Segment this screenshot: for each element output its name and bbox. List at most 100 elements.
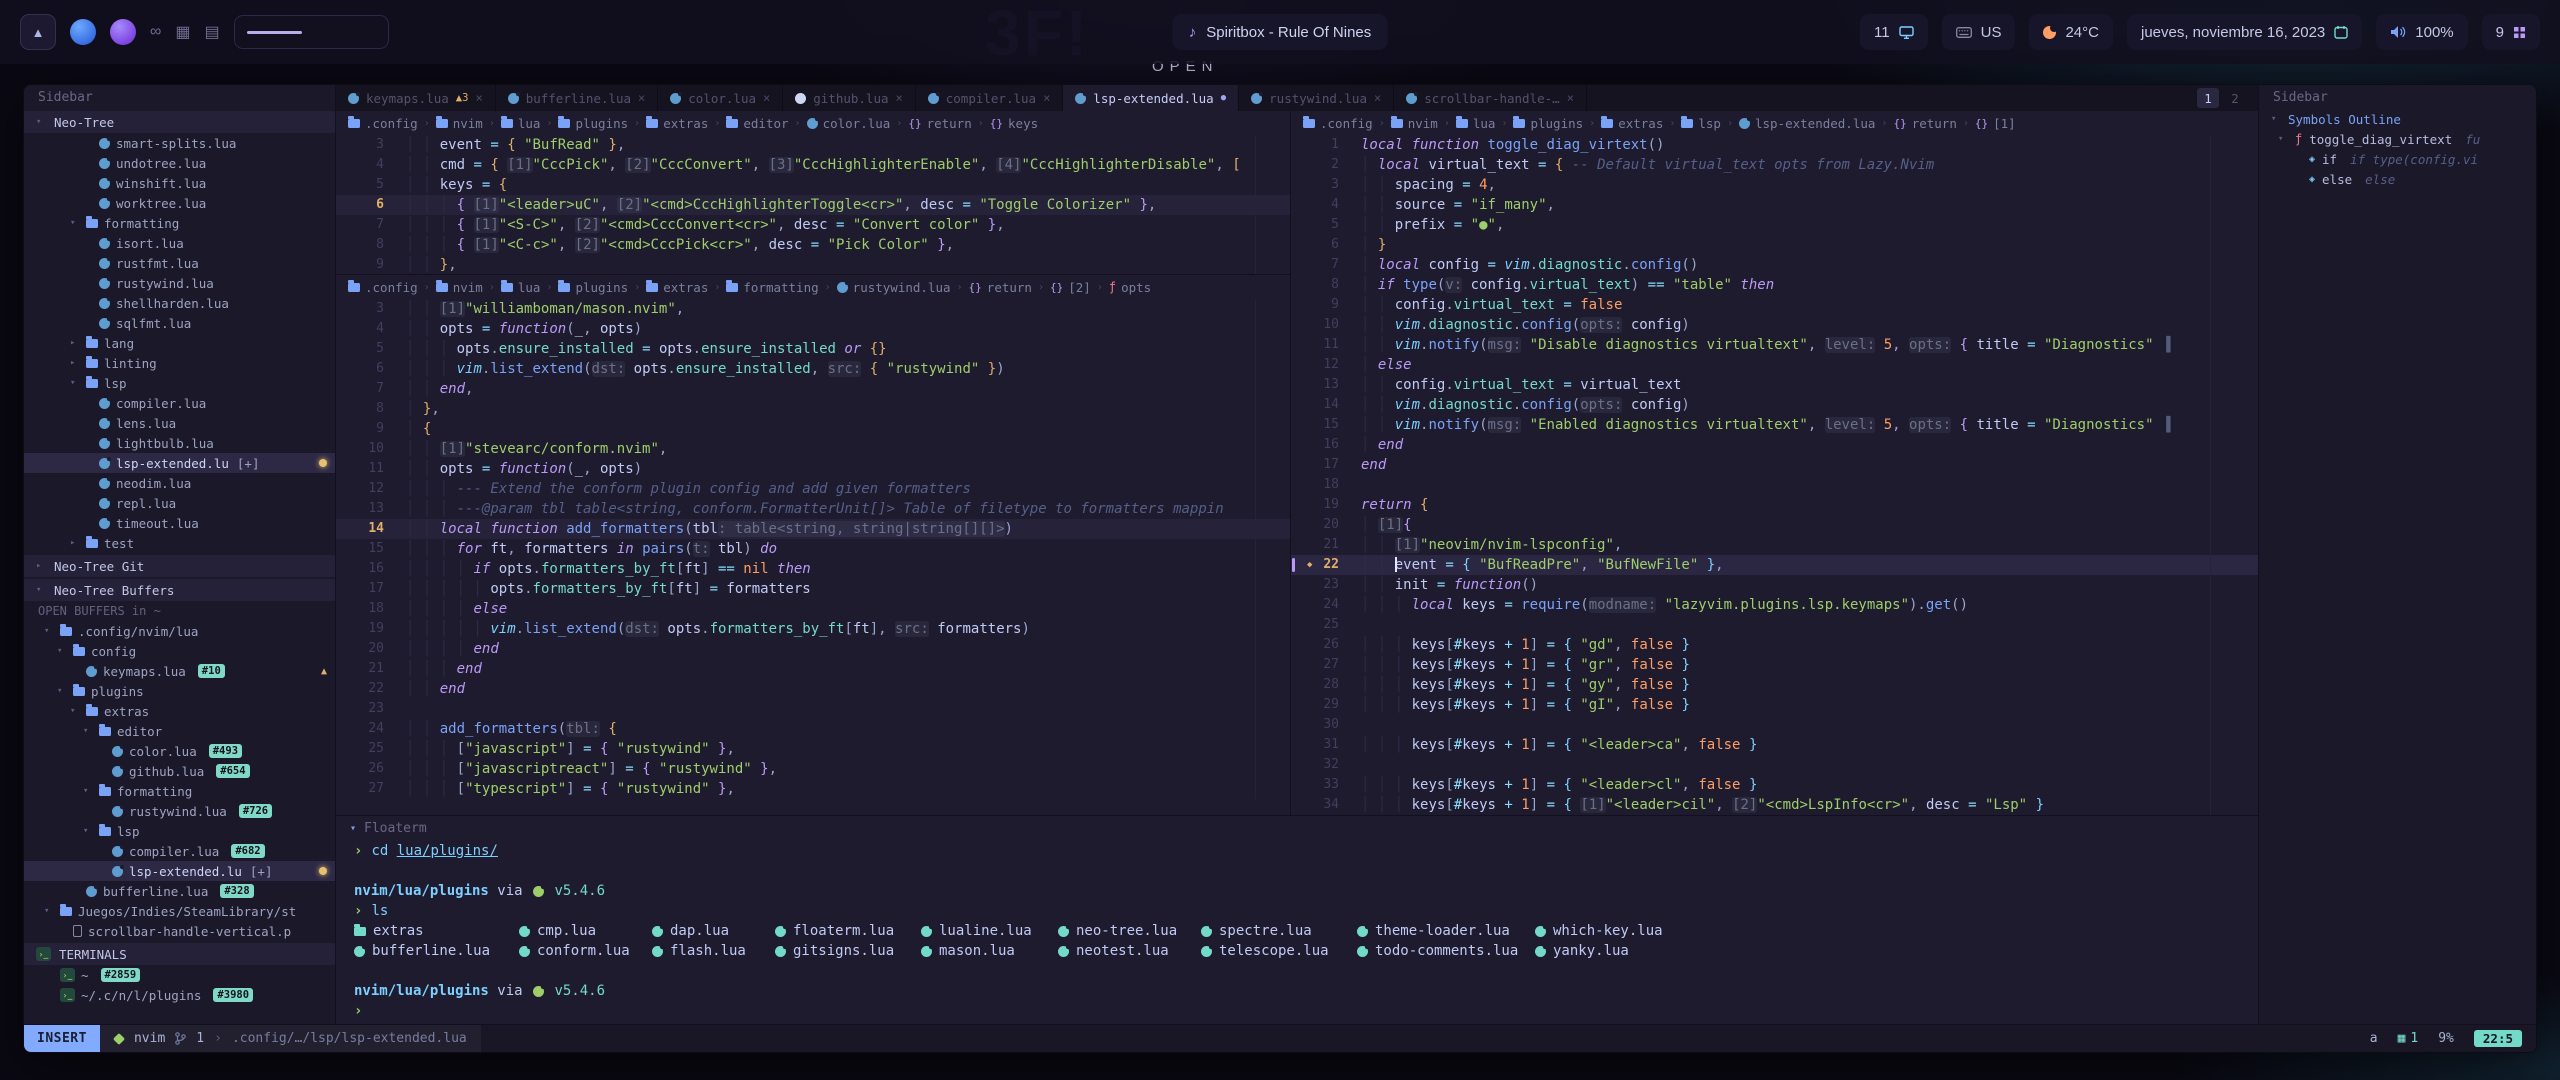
code-line[interactable]: 13│ │ │ ---@param tbl table<string, conf… <box>336 499 1290 519</box>
date-widget[interactable]: jueves, noviembre 16, 2023 <box>2127 14 2362 50</box>
ls-entry[interactable]: gitsigns.lua <box>775 941 921 961</box>
code-line[interactable]: 18│ │ │ │ else <box>336 599 1290 619</box>
ls-entry[interactable]: conform.lua <box>519 941 652 961</box>
tab-rustywind.lua[interactable]: rustywind.lua× <box>1239 85 1394 111</box>
tree-row[interactable]: isort.lua <box>24 233 335 253</box>
tabpage-2[interactable]: 2 <box>2224 88 2246 108</box>
tree-row[interactable]: ▾formatting <box>24 213 335 233</box>
ls-entry[interactable]: extras <box>354 921 519 941</box>
code-line[interactable]: 3│ │ event = { "BufRead" }, <box>336 135 1290 155</box>
ls-entry[interactable]: neotest.lua <box>1058 941 1201 961</box>
code-line[interactable]: 32 <box>1291 755 2258 775</box>
breadcrumb-item[interactable]: lua <box>501 280 541 295</box>
tree-row[interactable]: ▸test <box>24 533 335 553</box>
code-line[interactable]: 16│ end <box>1291 435 2258 455</box>
code-line[interactable]: 16│ │ │ │ if opts.formatters_by_ft[ft] =… <box>336 559 1290 579</box>
tree-row[interactable]: repl.lua <box>24 493 335 513</box>
section-header-neo-tree[interactable]: ▾Neo-Tree <box>24 111 335 133</box>
chat-icon[interactable] <box>110 19 136 45</box>
code-line[interactable]: 1local function toggle_diag_virtext() <box>1291 135 2258 155</box>
tab-github.lua[interactable]: github.lua× <box>783 85 916 111</box>
apps-icon[interactable]: ▦ <box>175 22 190 42</box>
outline-item-else[interactable]: ◈elseelse <box>2259 169 2536 189</box>
breadcrumb-item[interactable]: plugins <box>558 280 628 295</box>
tab-close-icon[interactable]: × <box>1043 91 1050 105</box>
code-line[interactable]: 22│ │ end <box>336 679 1290 699</box>
tree-row[interactable]: lens.lua <box>24 413 335 433</box>
code-line[interactable]: 7│ │ │ { [1]"<S-C>", [2]"<cmd>CccConvert… <box>336 215 1290 235</box>
breadcrumb-item[interactable]: .config <box>1303 116 1373 131</box>
tree-row[interactable]: keymaps.lua#10▲ <box>24 661 335 681</box>
code-line[interactable]: 17end <box>1291 455 2258 475</box>
code-line[interactable]: 9│ │ config.virtual_text = false <box>1291 295 2258 315</box>
breadcrumb-item[interactable]: lua <box>1456 116 1496 131</box>
tab-bufferline.lua[interactable]: bufferline.lua× <box>496 85 659 111</box>
tree-row[interactable]: lsp-extended.lu[+] <box>24 453 335 473</box>
ls-entry[interactable]: which-key.lua <box>1535 921 2240 941</box>
code-line[interactable]: 20│ │ │ │ end <box>336 639 1290 659</box>
code-line[interactable]: 3│ │ [1]"williamboman/mason.nvim", <box>336 299 1290 319</box>
tab-color.lua[interactable]: color.lua× <box>658 85 783 111</box>
code-line[interactable]: 14│ │ local function add_formatters(tbl:… <box>336 519 1290 539</box>
code-line[interactable]: 14│ │ vim.diagnostic.config(opts: config… <box>1291 395 2258 415</box>
code-line[interactable]: 10│ │ vim.diagnostic.config(opts: config… <box>1291 315 2258 335</box>
code-line[interactable]: 12│ │ │ --- Extend the conform plugin co… <box>336 479 1290 499</box>
tree-row[interactable]: lsp-extended.lu[+] <box>24 861 335 881</box>
code-line[interactable]: 11│ │ opts = function(_, opts) <box>336 459 1290 479</box>
tree-row[interactable]: worktree.lua <box>24 193 335 213</box>
tab-close-icon[interactable]: × <box>763 91 770 105</box>
code-line[interactable]: 4│ │ source = "if_many", <box>1291 195 2258 215</box>
section-header-neo-tree-buffers[interactable]: ▾Neo-Tree Buffers <box>24 579 335 601</box>
tree-row[interactable]: ▸lang <box>24 333 335 353</box>
tree-row[interactable]: lightbulb.lua <box>24 433 335 453</box>
tab-keymaps.lua[interactable]: keymaps.lua▲3× <box>336 85 496 111</box>
tab-close-icon[interactable]: × <box>1374 91 1381 105</box>
code-line[interactable]: 6│ │ │ vim.list_extend(dst: opts.ensure_… <box>336 359 1290 379</box>
tab-lsp-extended.lua[interactable]: lsp-extended.lua● <box>1063 85 1239 111</box>
code-line[interactable]: 21│ │ [1]"neovim/nvim-lspconfig", <box>1291 535 2258 555</box>
ls-entry[interactable]: mason.lua <box>921 941 1058 961</box>
code-line[interactable]: 25 <box>1291 615 2258 635</box>
breadcrumb-item[interactable]: {}return <box>1893 116 1956 131</box>
weather-widget[interactable]: 24°C <box>2029 14 2113 50</box>
code-line[interactable]: 25│ │ │ ["javascript"] = { "rustywind" }… <box>336 739 1290 759</box>
code-line[interactable]: 19│ │ │ │ │ vim.list_extend(dst: opts.fo… <box>336 619 1290 639</box>
breadcrumb-item[interactable]: editor <box>726 116 788 131</box>
code-line[interactable]: 33│ │ │ keys[#keys + 1] = { "<leader>cl"… <box>1291 775 2258 795</box>
code-line[interactable]: 8│ if type(v: config.virtual_text) == "t… <box>1291 275 2258 295</box>
outline-item-if[interactable]: ◈ifif type(config.vi <box>2259 149 2536 169</box>
tree-row[interactable]: rustfmt.lua <box>24 253 335 273</box>
code-area-lsp-extended-lua[interactable]: 1local function toggle_diag_virtext()2│ … <box>1291 135 2258 815</box>
tree-row[interactable]: shellharden.lua <box>24 293 335 313</box>
code-line[interactable]: 17│ │ │ │ │ opts.formatters_by_ft[ft] = … <box>336 579 1290 599</box>
section-header-terminals[interactable]: ›_TERMINALS <box>24 943 335 965</box>
tree-row[interactable]: ▾extras <box>24 701 335 721</box>
breadcrumb-item[interactable]: ƒopts <box>1109 280 1151 295</box>
breadcrumb-item[interactable]: {}[1] <box>1975 116 2016 131</box>
code-line[interactable]: 7│ │ end, <box>336 379 1290 399</box>
tree-row[interactable]: smart-splits.lua <box>24 133 335 153</box>
breadcrumb-item[interactable]: extras <box>1601 116 1663 131</box>
section-header-neo-tree-git[interactable]: ▸Neo-Tree Git <box>24 555 335 577</box>
tree-row[interactable]: compiler.lua <box>24 393 335 413</box>
volume-widget[interactable]: 100% <box>2376 14 2467 50</box>
code-line[interactable]: 24│ │ add_formatters(tbl: { <box>336 719 1290 739</box>
tab-compiler.lua[interactable]: compiler.lua× <box>916 85 1064 111</box>
ls-entry[interactable]: todo-comments.lua <box>1357 941 1535 961</box>
code-line[interactable]: 3│ │ spacing = 4, <box>1291 175 2258 195</box>
workspaces-widget[interactable]: 11 <box>1860 14 1928 50</box>
breadcrumb-item[interactable]: lua <box>501 116 541 131</box>
tree-row[interactable]: rustywind.lua <box>24 273 335 293</box>
breadcrumb-item[interactable]: rustywind.lua <box>837 280 951 295</box>
breadcrumb-item[interactable]: extras <box>646 280 708 295</box>
code-line[interactable]: 8│ │ │ { [1]"<C-c>", [2]"<cmd>CccPick<cr… <box>336 235 1290 255</box>
breadcrumb-item[interactable]: {}[2] <box>1050 280 1091 295</box>
code-line[interactable]: 27│ │ │ ["typescript"] = { "rustywind" }… <box>336 779 1290 799</box>
code-line[interactable]: 29│ │ │ keys[#keys + 1] = { "gI", false … <box>1291 695 2258 715</box>
code-line[interactable]: 20│ [1]{ <box>1291 515 2258 535</box>
ls-entry[interactable]: cmp.lua <box>519 921 652 941</box>
breadcrumb-item[interactable]: lsp <box>1681 116 1721 131</box>
breadcrumb-item[interactable]: lsp-extended.lua <box>1739 116 1875 131</box>
code-line[interactable]: ◆22│ │ event = { "BufReadPre", "BufNewFi… <box>1291 555 2258 575</box>
window-grid-widget[interactable]: 9 <box>2482 14 2540 50</box>
